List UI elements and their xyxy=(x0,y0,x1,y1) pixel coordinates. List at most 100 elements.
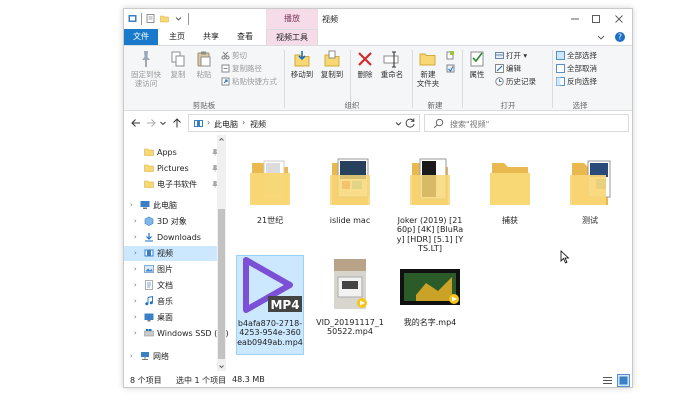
up-arrow-icon[interactable] xyxy=(171,117,183,129)
scissors-icon xyxy=(221,51,230,60)
delete-label: 删除 xyxy=(357,70,373,79)
nav-item-3d-objects[interactable]: › 3D 对象 xyxy=(124,214,224,229)
new-item-icon[interactable] xyxy=(446,51,455,60)
nav-item-this-pc[interactable]: › 此电脑 xyxy=(124,198,224,213)
paste-label: 粘贴 xyxy=(196,70,212,79)
open-button[interactable]: 打开 ▾ xyxy=(495,50,527,61)
tab-home[interactable]: 主页 xyxy=(162,29,192,45)
expand-chevron-icon[interactable]: › xyxy=(134,278,137,293)
file-item-folder-islide-mac[interactable]: islide mac xyxy=(316,153,384,225)
open-group-label: 打开 xyxy=(500,101,516,110)
file-item-video-b4afa870[interactable]: MP4 b4afa870-2718-4253-954e-360eab0949ab… xyxy=(236,255,304,355)
breadcrumb-this-pc[interactable]: 此电脑 xyxy=(214,119,238,130)
new-folder-button[interactable]: 新建 文件夹 xyxy=(414,50,442,88)
expand-chevron-icon[interactable]: › xyxy=(134,230,137,245)
expand-chevron-icon[interactable]: › xyxy=(134,310,137,325)
details-view-icon[interactable] xyxy=(602,375,613,386)
file-item-video-vid-20191117[interactable]: VID_20191117_150522.mp4 xyxy=(316,255,384,337)
minimize-icon[interactable] xyxy=(568,12,582,26)
copy-to-label: 复制到 xyxy=(320,70,344,79)
close-icon[interactable] xyxy=(612,12,626,26)
forward-arrow-icon[interactable] xyxy=(145,117,157,129)
nav-item-apps[interactable]: Apps xyxy=(124,145,224,160)
nav-item-label: 3D 对象 xyxy=(157,217,187,226)
address-bar[interactable]: › 此电脑 › 视频 xyxy=(188,114,420,132)
expand-chevron-icon[interactable]: › xyxy=(134,294,137,309)
tab-video-tools[interactable]: 视频工具 xyxy=(266,29,318,45)
tab-file[interactable]: 文件 xyxy=(124,29,158,45)
paste-shortcut-button[interactable]: 粘贴快捷方式 xyxy=(221,76,277,87)
help-icon[interactable]: ? xyxy=(614,31,626,43)
nav-item-ebook-software[interactable]: 电子书软件 xyxy=(124,177,224,192)
copy-to-button[interactable]: 复制到 xyxy=(318,50,346,79)
3d-objects-icon xyxy=(144,216,154,226)
nav-pane-scrollbar[interactable] xyxy=(217,135,226,371)
expand-chevron-icon[interactable]: › xyxy=(134,262,137,277)
history-button[interactable]: 历史记录 xyxy=(495,76,536,87)
expand-chevron-icon[interactable]: › xyxy=(134,326,137,341)
download-icon xyxy=(145,233,153,242)
file-item-folder-joker[interactable]: Joker (2019) [2160p] [4K] [BluRay] [HDR]… xyxy=(396,153,464,254)
pin-to-quick-access-button[interactable]: 固定到快 速访问 xyxy=(128,50,164,88)
nav-item-network[interactable]: › 网络 xyxy=(124,349,224,364)
selected-size: 48.3 MB xyxy=(232,375,265,384)
search-box[interactable]: 搜索"视频" xyxy=(424,114,629,132)
edit-button[interactable]: 编辑 xyxy=(495,63,521,74)
paste-button[interactable]: 粘贴 xyxy=(192,50,216,79)
explorer-app-icon[interactable] xyxy=(128,14,137,23)
scrollbar-thumb[interactable] xyxy=(218,209,225,359)
nav-item-label: 网络 xyxy=(153,352,169,361)
select-none-button[interactable]: 全部取消 xyxy=(556,63,597,74)
select-all-label: 全部选择 xyxy=(567,51,597,60)
expand-chevron-icon[interactable]: › xyxy=(134,246,137,261)
invert-selection-button[interactable]: 反向选择 xyxy=(556,76,597,87)
back-arrow-icon[interactable] xyxy=(130,117,142,129)
tab-share[interactable]: 共享 xyxy=(196,29,226,45)
chevron-down-icon[interactable] xyxy=(394,119,403,128)
pin-icon xyxy=(142,51,150,67)
nav-item-windows-ssd[interactable]: › Windows SSD (C:) xyxy=(124,326,229,341)
properties-quick-icon[interactable] xyxy=(146,14,155,23)
ribbon: 固定到快 速访问 复制 粘贴 剪切 复制路径 粘贴快捷方式 剪贴板 移动到 复制… xyxy=(124,45,632,111)
rename-button[interactable]: 重命名 xyxy=(378,50,406,79)
nav-item-documents[interactable]: › 文档 xyxy=(124,278,224,293)
move-to-button[interactable]: 移动到 xyxy=(288,50,316,79)
edit-label: 编辑 xyxy=(506,64,521,73)
delete-button[interactable]: 删除 xyxy=(353,50,377,79)
nav-item-music[interactable]: › 音乐 xyxy=(124,294,224,309)
copy-path-button[interactable]: 复制路径 xyxy=(221,63,262,74)
breadcrumb-videos[interactable]: 视频 xyxy=(250,119,266,130)
select-all-button[interactable]: 全部选择 xyxy=(556,50,597,61)
refresh-icon[interactable] xyxy=(404,117,416,129)
large-icons-view-icon[interactable] xyxy=(617,374,630,387)
nav-item-videos[interactable]: › 视频 xyxy=(124,246,224,261)
easy-access-icon[interactable] xyxy=(446,64,455,73)
properties-button[interactable]: 属性 xyxy=(466,50,488,79)
tab-view[interactable]: 查看 xyxy=(230,29,260,45)
copy-button[interactable]: 复制 xyxy=(166,50,190,79)
recent-locations-chevron-icon[interactable] xyxy=(159,117,167,129)
scroll-down-icon[interactable] xyxy=(218,363,225,370)
expand-ribbon-icon[interactable] xyxy=(596,32,606,42)
video-icon xyxy=(144,249,154,257)
chevron-down-icon[interactable] xyxy=(174,14,183,23)
new-folder-label-line2: 文件夹 xyxy=(416,79,440,88)
scroll-up-icon[interactable] xyxy=(218,136,225,143)
expand-chevron-icon[interactable]: › xyxy=(130,198,133,213)
new-folder-quick-icon[interactable] xyxy=(160,14,169,23)
maximize-icon[interactable] xyxy=(589,12,603,26)
cut-button[interactable]: 剪切 xyxy=(221,50,247,61)
nav-item-label: Apps xyxy=(157,148,177,157)
nav-item-pictures-folder[interactable]: Pictures xyxy=(124,161,224,176)
nav-item-downloads[interactable]: › Downloads xyxy=(124,230,224,245)
nav-item-pictures[interactable]: › 图片 xyxy=(124,262,224,277)
expand-chevron-icon[interactable]: › xyxy=(130,349,133,364)
network-icon xyxy=(141,352,149,360)
file-item-folder-21st-century[interactable]: 21世纪 xyxy=(236,153,304,225)
file-item-video-my-name[interactable]: 我的名字.mp4 xyxy=(396,255,464,327)
file-item-folder-test[interactable]: 测试 xyxy=(556,153,624,225)
nav-item-desktop[interactable]: › 桌面 xyxy=(124,310,224,325)
expand-chevron-icon[interactable]: › xyxy=(134,214,137,229)
folder-icon xyxy=(410,158,450,205)
file-item-folder-captures[interactable]: 捕获 xyxy=(476,153,544,225)
